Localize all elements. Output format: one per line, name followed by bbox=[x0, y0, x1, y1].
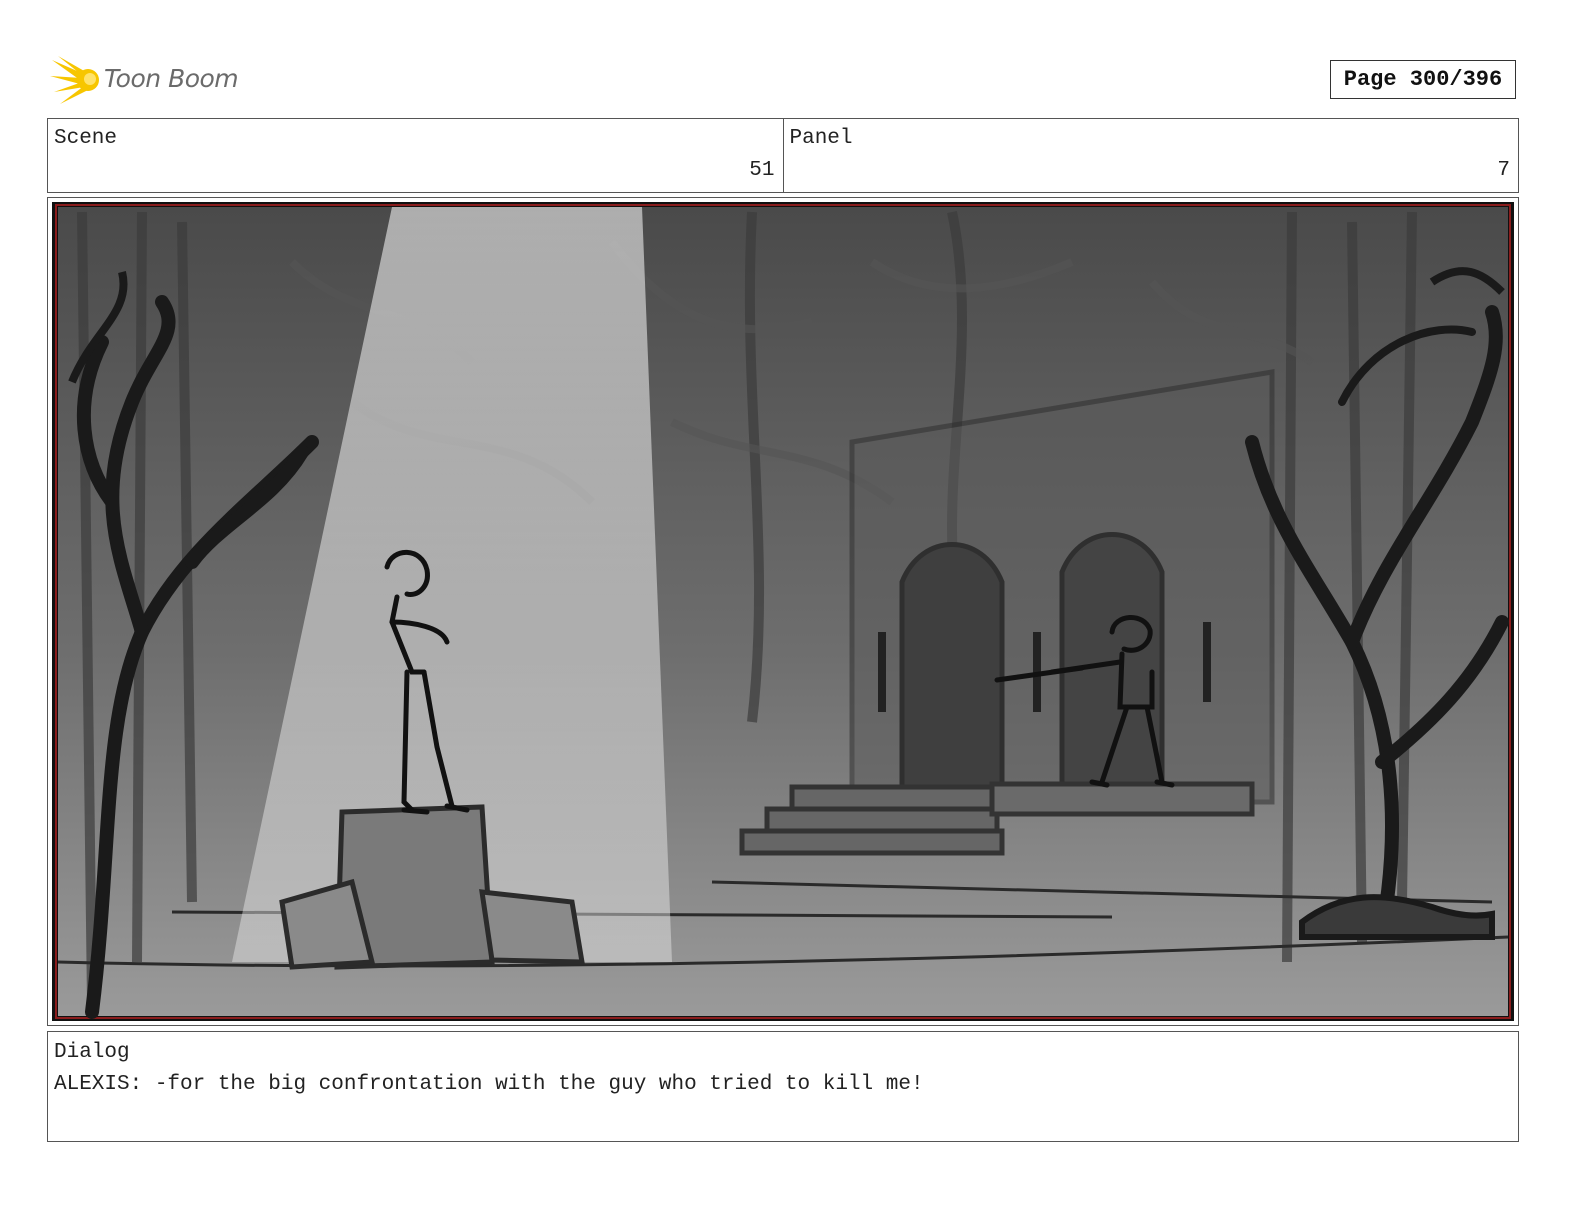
storyboard-sketch-image bbox=[52, 202, 1514, 1021]
toon-boom-logo: Toon Boom bbox=[50, 54, 250, 106]
storyboard-panel-frame bbox=[47, 197, 1519, 1026]
logo-text: Toon Boom bbox=[104, 64, 239, 93]
dialog-label: Dialog bbox=[54, 1041, 130, 1064]
dialog-box: Dialog ALEXIS: -for the big confrontatio… bbox=[47, 1031, 1519, 1142]
sparkle-logo-icon bbox=[50, 56, 99, 104]
panel-label: Panel bbox=[789, 127, 853, 150]
scene-label: Scene bbox=[54, 127, 118, 150]
scene-cell: Scene 51 bbox=[48, 119, 783, 192]
panel-cell: Panel 7 bbox=[782, 119, 1519, 192]
scene-number: 51 bbox=[749, 159, 775, 182]
dialog-text: ALEXIS: -for the big confrontation with … bbox=[54, 1073, 924, 1096]
page-indicator: Page 300/396 bbox=[1330, 60, 1516, 99]
panel-number: 7 bbox=[1497, 159, 1510, 182]
scene-panel-row: Scene 51 Panel 7 bbox=[47, 118, 1519, 193]
